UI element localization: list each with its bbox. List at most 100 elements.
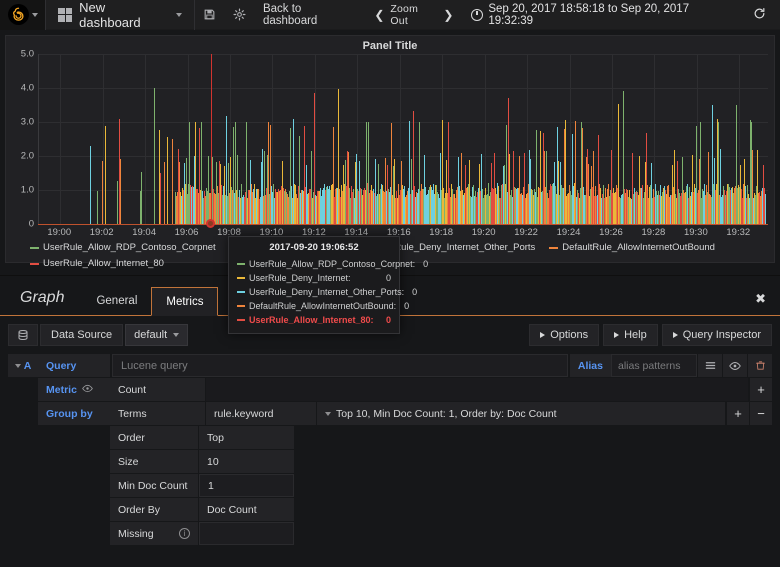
legend-color-icon [30,247,39,249]
chart-bar [765,194,766,224]
chart-bar [105,126,106,224]
back-to-dashboard-link[interactable]: Back to dashboard [254,0,366,30]
chart-bar [736,105,737,224]
setting-row: Order Top [8,426,772,449]
groupby-summary-text: Top 10, Min Doc Count: 1, Order by: Doc … [336,408,557,420]
zoom-out-control[interactable]: ❮ Zoom Out ❯ [366,3,461,27]
groupby-summary[interactable]: Top 10, Min Doc Count: 1, Order by: Doc … [317,402,725,425]
chart-bar [102,161,103,224]
refresh-button[interactable] [743,7,776,23]
setting-value[interactable]: 1 [199,474,294,497]
time-range-picker[interactable]: Sep 20, 2017 18:58:18 to Sep 20, 2017 19… [461,3,743,27]
setting-label: Size [110,450,198,473]
options-triangle-icon [540,332,545,338]
x-axis-tick: 19:00 [47,227,71,238]
topnav-right-group: Back to dashboard ❮ Zoom Out ❯ Sep 20, 2… [254,0,780,30]
setting-value[interactable]: 10 [199,450,294,473]
legend-item[interactable]: DefaultRule_AllowInternetOutBound [549,242,715,253]
datasource-select[interactable]: default [125,324,188,346]
time-shift-left-icon[interactable]: ❮ [374,8,384,22]
metric-value[interactable]: Count [110,378,205,401]
tooltip-row: UserRule_Allow_RDP_Contoso_Corpnet:0 [237,257,391,271]
setting-label-text: Order [118,432,145,444]
query-label: Query [38,354,110,377]
x-axis-tick: 19:32 [726,227,750,238]
setting-value[interactable]: Doc Count [199,498,294,521]
chart-bar [164,162,165,224]
dashboard-picker[interactable]: New dashboard [46,0,193,30]
dashboard-settings-button[interactable] [224,0,254,30]
tooltip-series-value: 0 [404,285,417,299]
query-chevron-down-icon [15,364,21,368]
groupby-add-button[interactable]: + [727,402,749,425]
close-editor-button[interactable]: ✖ [755,291,780,315]
legend-item[interactable]: UserRule_Allow_RDP_Contoso_Corpnet [30,242,216,253]
groupby-row-spacer [8,402,38,425]
grafana-logo-button[interactable] [0,0,45,30]
setting-row: Order ByDoc Count [8,498,772,521]
setting-label-text: Size [118,456,138,468]
plot-area[interactable] [38,54,768,224]
setting-label: Missingi [110,522,198,545]
crosshair-point [206,219,215,228]
alias-input[interactable]: alias patterns [611,354,697,377]
tooltip-color-icon [237,305,245,307]
setting-row: Missingi [8,522,772,545]
chart-bar [172,139,173,224]
trash-icon[interactable] [748,354,772,377]
x-axis-tick: 19:24 [557,227,581,238]
chart-bar [160,173,161,224]
chart-bar [506,125,507,224]
help-button[interactable]: Help [603,324,658,346]
x-axis-tick: 19:22 [514,227,538,238]
tooltip-row: UserRule_Allow_Internet_80:0 [237,313,391,327]
tooltip-series-value: 0 [378,271,391,285]
zoom-out-label: Zoom Out [390,3,437,27]
tooltip-series-name: UserRule_Deny_Internet: [249,271,351,285]
dashboard-chevron-down-icon [176,13,182,17]
grafana-logo-icon [8,4,29,25]
metric-eye-icon[interactable] [82,383,93,397]
tooltip-series-name: DefaultRule_AllowInternetOutBound: [249,299,396,313]
metric-add-button[interactable]: + [750,378,772,401]
query-collapse-toggle[interactable]: A [8,354,38,377]
save-dashboard-button[interactable] [195,0,225,30]
chart-bar [299,136,300,224]
tooltip-series-value: 0 [378,313,391,327]
query-inspector-triangle-icon [673,332,678,338]
legend-label: UserRule_Allow_Internet_80 [43,258,164,269]
x-axis-tick: 19:30 [684,227,708,238]
editor-body: Data Source default Options Help Query I… [0,316,780,545]
help-triangle-icon [614,332,619,338]
editor-kind-label: Graph [0,289,82,315]
eye-icon[interactable] [723,354,747,377]
setting-value[interactable]: Top [199,426,294,449]
tab-general[interactable]: General [82,286,151,315]
groupby-type[interactable]: Terms [110,402,205,425]
x-axis-tick: 19:28 [642,227,666,238]
tooltip-color-icon [237,277,245,279]
datasource-chevron-down-icon [173,333,179,337]
query-input[interactable]: Lucene query [112,354,568,377]
legend-item[interactable]: UserRule_Allow_Internet_80 [30,258,164,269]
y-axis-tick: 0 [29,219,34,230]
x-axis: 19:0019:0219:0419:0619:0819:1019:1219:14… [38,227,768,241]
setting-row-spacer [8,498,38,521]
options-button[interactable]: Options [529,324,599,346]
tooltip-row: UserRule_Deny_Internet: 0 [237,271,391,285]
groupby-remove-button[interactable]: − [750,402,772,425]
tab-metrics[interactable]: Metrics [151,287,218,316]
grid-line-vertical [145,54,146,224]
setting-value[interactable] [199,522,294,545]
database-icon[interactable] [8,324,38,346]
legend-color-icon [30,263,39,265]
groupby-field[interactable]: rule.keyword [206,402,316,425]
groupby-row: Group by Terms rule.keyword Top 10, Min … [8,402,772,425]
time-shift-right-icon[interactable]: ❯ [443,8,453,22]
info-icon[interactable]: i [179,528,190,539]
graph-panel[interactable]: Panel Title 5.04.03.02.01.00 19:0019:021… [5,35,775,263]
tooltip-series-name: UserRule_Allow_RDP_Contoso_Corpnet: [249,257,415,271]
y-axis-tick: 5.0 [21,49,34,60]
hamburger-icon[interactable] [698,354,722,377]
query-inspector-button[interactable]: Query Inspector [662,324,772,346]
